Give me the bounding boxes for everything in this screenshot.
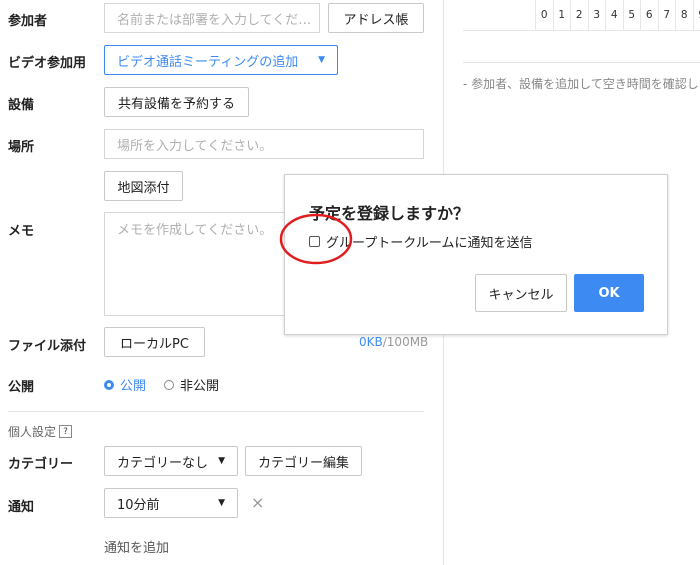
category-value: カテゴリーなし (117, 455, 209, 471)
hour-cell: 9 (692, 0, 700, 30)
video-meeting-select[interactable]: ビデオ通話ミーティングの追加 ▼ (104, 45, 338, 75)
hour-cell: 8 (675, 0, 693, 30)
schedule-row-line (463, 62, 700, 63)
remove-notification-icon[interactable]: × (251, 493, 264, 512)
schedule-header-line (463, 30, 700, 31)
hour-cell: 3 (587, 0, 606, 30)
section-divider (8, 411, 424, 412)
memo-label: メモ (8, 224, 35, 239)
personal-settings-header: 個人設定 ? (8, 423, 73, 440)
visibility-radio-group: 公開 非公開 (104, 375, 219, 394)
hour-cell: 4 (605, 0, 623, 30)
add-notification-link[interactable]: 通知を追加 (104, 537, 169, 556)
hour-cell: 2 (570, 0, 588, 30)
file-label: ファイル添付 (8, 339, 87, 354)
file-size-indicator: 0KB/100MB (359, 335, 428, 349)
radio-public[interactable]: 公開 (104, 375, 146, 394)
annotation-circle (279, 213, 353, 265)
radio-unchecked-icon (164, 379, 175, 390)
notification-select[interactable]: 10分前 ▼ (104, 488, 238, 518)
hour-cell: 7 (657, 0, 676, 30)
participants-input[interactable]: 名前または部署を入力してくだ… (104, 3, 320, 33)
schedule-hint: - 参加者、設備を追加して空き時間を確認しま (463, 77, 700, 91)
attach-map-button[interactable]: 地図添付 (104, 171, 183, 201)
hour-cell: 1 (552, 0, 571, 30)
participants-label: 参加者 (8, 14, 48, 29)
chevron-down-icon: ▼ (218, 498, 225, 508)
notify-checkbox-label: グループトークルームに通知を送信 (326, 236, 533, 251)
video-meeting-value: ビデオ通話ミーティングの追加 (117, 54, 299, 70)
category-label: カテゴリー (8, 457, 74, 472)
hour-cell: 6 (640, 0, 658, 30)
hour-cell: 5 (622, 0, 641, 30)
notification-value: 10分前 (117, 497, 160, 513)
radio-public-label: 公開 (120, 379, 147, 394)
radio-private[interactable]: 非公開 (164, 375, 219, 394)
radio-checked-icon (104, 379, 114, 390)
hour-cell: 0 (535, 0, 553, 30)
location-label: 場所 (8, 140, 35, 155)
radio-private-label: 非公開 (180, 379, 220, 394)
category-select[interactable]: カテゴリーなし ▼ (104, 446, 238, 476)
edit-category-button[interactable]: カテゴリー編集 (245, 446, 362, 476)
cancel-button[interactable]: キャンセル (475, 274, 567, 312)
chevron-down-icon: ▼ (218, 456, 225, 466)
ok-button[interactable]: OK (574, 274, 644, 312)
reserve-equipment-button[interactable]: 共有設備を予約する (104, 87, 249, 117)
help-icon[interactable]: ? (59, 425, 73, 438)
video-label: ビデオ参加用 (8, 56, 87, 71)
local-pc-button[interactable]: ローカルPC (104, 327, 205, 357)
visibility-label: 公開 (8, 380, 35, 395)
personal-settings-label: 個人設定 (8, 425, 57, 439)
file-size-used: 0KB (359, 335, 383, 349)
notification-label: 通知 (8, 500, 35, 515)
equipment-label: 設備 (8, 98, 35, 113)
hour-header: 0 1 2 3 4 5 6 7 8 9 (535, 0, 700, 30)
address-book-button[interactable]: アドレス帳 (328, 3, 424, 33)
chevron-down-icon: ▼ (318, 55, 325, 65)
file-size-limit: /100MB (382, 335, 429, 349)
location-input[interactable]: 場所を入力してください。 (104, 129, 424, 159)
